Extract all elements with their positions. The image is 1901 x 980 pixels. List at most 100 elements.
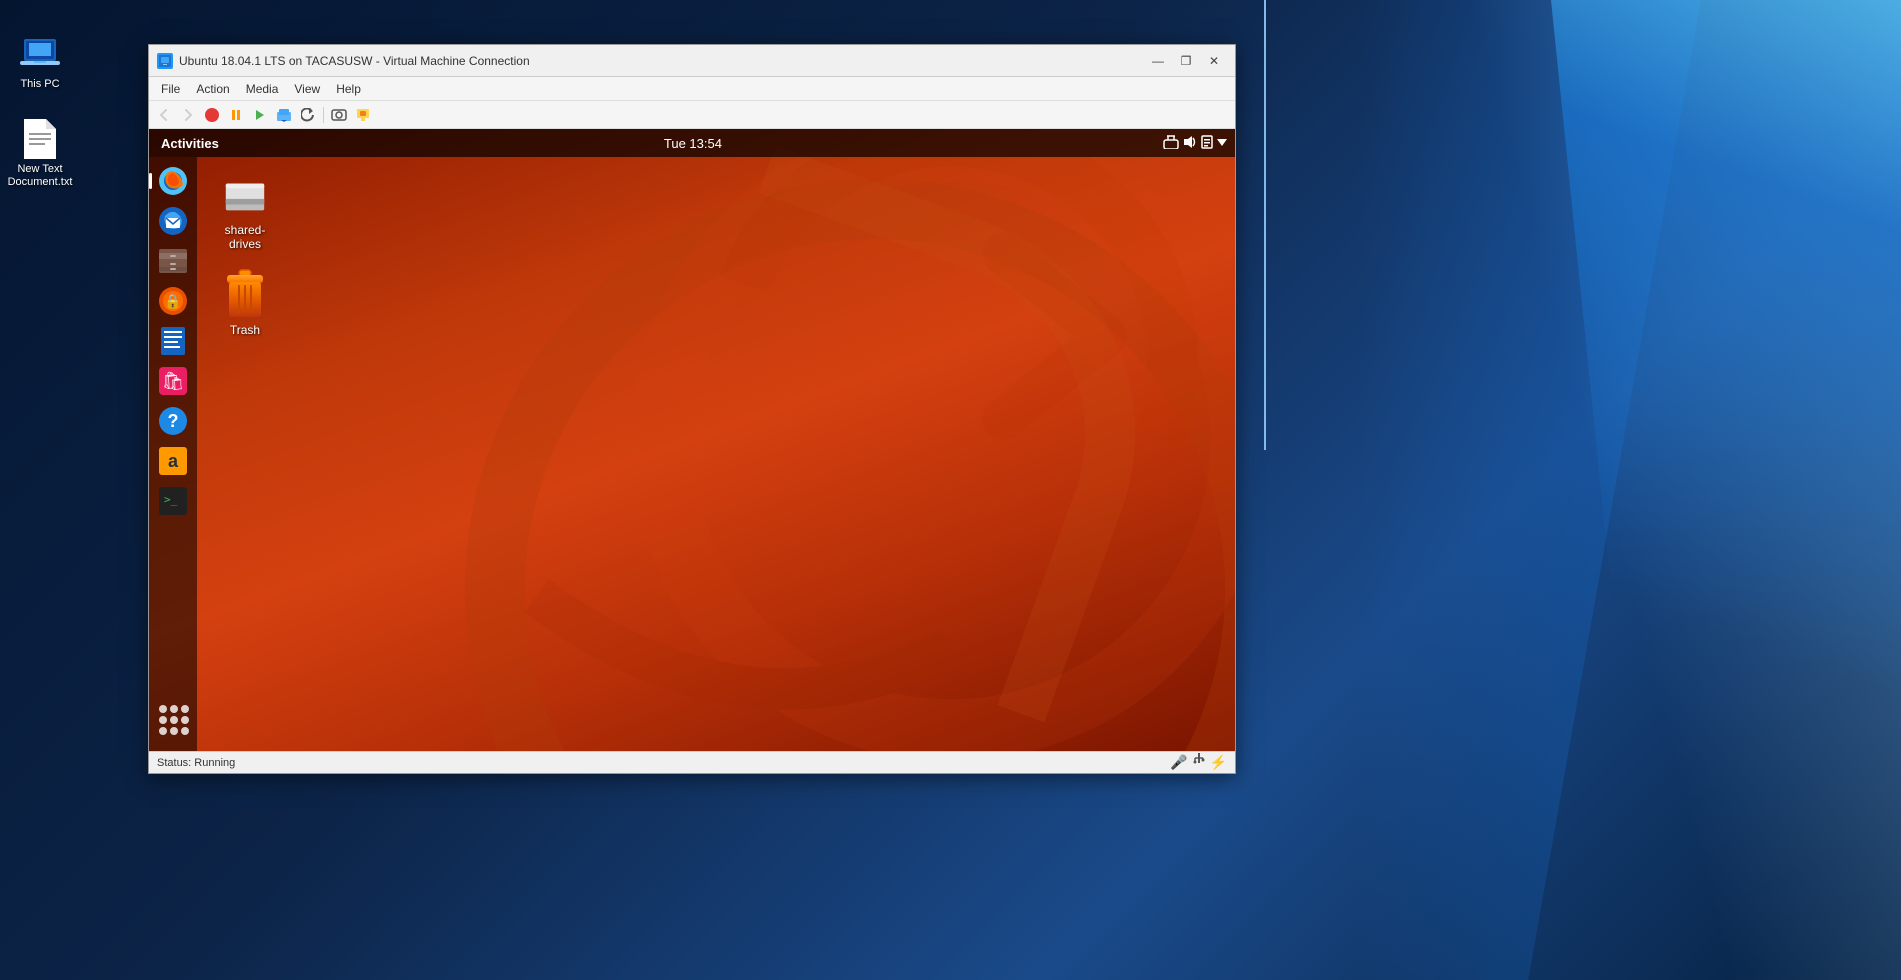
dock-email[interactable] (155, 203, 191, 239)
toolbar-settings-button[interactable] (352, 104, 374, 126)
ubuntu-desktop: Activities Tue 13:54 (149, 129, 1235, 751)
vm-menu-file[interactable]: File (153, 80, 188, 98)
revert-icon (301, 108, 315, 122)
vm-close-button[interactable]: ✕ (1201, 51, 1227, 71)
back-icon (157, 108, 171, 122)
toolbar-screenshot-button[interactable] (328, 104, 350, 126)
vm-minimize-button[interactable]: — (1145, 51, 1171, 71)
this-pc-label: This PC (20, 78, 59, 91)
dock-terminal[interactable]: >_ (155, 483, 191, 519)
files-drawer-icon (157, 245, 189, 277)
vm-titlebar: Ubuntu 18.04.1 LTS on TACASUSW - Virtual… (149, 45, 1235, 77)
light-beam-2 (1301, 0, 1901, 980)
this-pc-image (20, 34, 60, 74)
win-divider (1264, 0, 1266, 450)
show-apps-grid (155, 701, 191, 737)
grid-dot-2 (170, 705, 178, 713)
new-text-doc-icon[interactable]: New Text Document.txt (4, 115, 77, 193)
vm-status-label: Status: Running (157, 757, 1170, 769)
vm-statusbar: Status: Running 🎤 ⚡ (149, 751, 1235, 773)
this-pc-icon[interactable]: This PC (16, 30, 64, 95)
show-apps-button[interactable] (155, 701, 191, 741)
shared-drives-image (221, 171, 269, 219)
ubuntu-activities-button[interactable]: Activities (149, 136, 231, 151)
ubuntu-dropdown-icon[interactable] (1217, 136, 1227, 150)
vm-window: Ubuntu 18.04.1 LTS on TACASUSW - Virtual… (148, 44, 1236, 774)
privacy-icon: 🔒 (157, 285, 189, 317)
trash-svg (223, 269, 267, 321)
trash-image (221, 271, 269, 319)
play-icon (253, 108, 267, 122)
vm-titlebar-icon (157, 53, 173, 69)
ubuntu-desktop-icons: shared-drives (205, 165, 285, 343)
network-svg (1163, 135, 1179, 149)
ubuntu-network-icon[interactable] (1163, 135, 1179, 152)
ubuntu-bg-pattern (149, 129, 1235, 751)
dock-firefox[interactable] (155, 163, 191, 199)
vm-app-icon (159, 55, 171, 67)
vm-title-text: Ubuntu 18.04.1 LTS on TACASUSW - Virtual… (179, 54, 1145, 68)
writer-icon (157, 325, 189, 357)
toolbar-pause-button[interactable] (225, 104, 247, 126)
help-icon: ? (157, 405, 189, 437)
dock-privacy[interactable]: 🔒 (155, 283, 191, 319)
ubuntu-shared-drives-icon[interactable]: shared-drives (205, 165, 285, 257)
laptop-svg (20, 37, 60, 72)
svg-text:>_: >_ (164, 493, 178, 506)
volume-svg (1183, 135, 1197, 149)
dock-files[interactable] (155, 243, 191, 279)
dropdown-arrow-svg (1217, 139, 1227, 147)
vm-battery-icon: ⚡ (1210, 754, 1227, 771)
vm-usb-icon (1192, 753, 1206, 772)
vm-toolbar (149, 101, 1235, 129)
vm-menu-action[interactable]: Action (188, 80, 237, 98)
new-text-doc-image (20, 119, 60, 159)
grid-dot-1 (159, 705, 167, 713)
amazon-icon: a (157, 445, 189, 477)
ubuntu-volume-icon[interactable] (1183, 135, 1197, 152)
ubuntu-trash-icon[interactable]: Trash (205, 265, 285, 343)
toolbar-play-button[interactable] (249, 104, 271, 126)
pause-icon (229, 108, 243, 122)
trash-label: Trash (230, 323, 260, 337)
svg-text:?: ? (168, 411, 179, 431)
toolbar-back-button[interactable] (153, 104, 175, 126)
toolbar-save-state-button[interactable] (273, 104, 295, 126)
vm-microphone-icon: 🎤 (1170, 754, 1187, 771)
grid-dot-5 (170, 716, 178, 724)
toolbar-revert-button[interactable] (297, 104, 319, 126)
vm-menubar: File Action Media View Help (149, 77, 1235, 101)
shared-drives-label: shared-drives (211, 223, 279, 251)
dock-amazon[interactable]: a (155, 443, 191, 479)
stop-icon (205, 108, 219, 122)
toolbar-stop-button[interactable] (201, 104, 223, 126)
vm-status-icons: 🎤 ⚡ (1170, 753, 1227, 772)
shared-drives-svg (221, 173, 269, 217)
svg-text:a: a (168, 451, 179, 471)
forward-icon (181, 108, 195, 122)
grid-dot-6 (181, 716, 189, 724)
grid-dot-7 (159, 727, 167, 735)
vm-restore-button[interactable]: ❐ (1173, 51, 1199, 71)
grid-dot-8 (170, 727, 178, 735)
vm-menu-media[interactable]: Media (238, 80, 287, 98)
dock-software[interactable]: 🛍 (155, 363, 191, 399)
vm-menu-view[interactable]: View (286, 80, 328, 98)
svg-text:🛍: 🛍 (162, 371, 185, 391)
toolbar-forward-button[interactable] (177, 104, 199, 126)
ubuntu-clock: Tue 13:54 (231, 136, 1155, 151)
grid-dot-4 (159, 716, 167, 724)
desktop-icons: This PC New Text Document.txt (0, 20, 80, 204)
dock-help[interactable]: ? (155, 403, 191, 439)
firefox-icon (157, 165, 189, 197)
ubuntu-topbar: Activities Tue 13:54 (149, 129, 1235, 157)
dock-writer[interactable] (155, 323, 191, 359)
ubuntu-dock: 🔒 (149, 157, 197, 751)
svg-text:🔒: 🔒 (164, 293, 181, 310)
ubuntu-doc-icon[interactable] (1201, 135, 1213, 152)
vm-window-controls: — ❐ ✕ (1145, 51, 1227, 71)
usb-status-svg (1192, 753, 1206, 769)
email-icon (157, 205, 189, 237)
vm-menu-help[interactable]: Help (328, 80, 369, 98)
grid-dot-3 (181, 705, 189, 713)
